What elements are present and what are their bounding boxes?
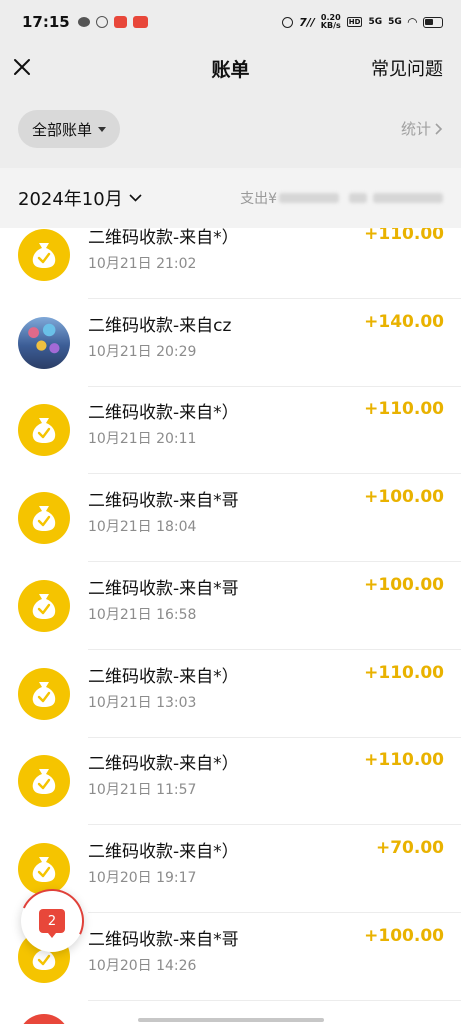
money-bag-icon [18,755,70,808]
row-divider [88,999,461,1001]
chevron-down-icon [129,194,142,202]
all-bills-dropdown[interactable]: 全部账单 [18,110,121,148]
month-label: 2024年10月 [18,189,123,210]
transaction-amount: +70.00 [375,837,444,858]
transaction-time: 10月21日 20:11 [88,431,197,448]
transaction-amount: +140.00 [364,311,444,332]
month-picker[interactable]: 2024年10月 [18,185,142,211]
stats-link[interactable]: 统计 [401,118,443,139]
signal-5g-1: 5G [368,17,383,27]
transaction-row[interactable]: 二维码收款-来自*哥 10月21日 16:58 +100.00 [0,562,461,650]
all-bills-label: 全部账单 [32,120,93,139]
month-summary: 支出¥ [240,188,443,208]
stats-label: 统计 [400,120,431,138]
app-notification-icon-2 [132,16,148,28]
transaction-amount: +110.00 [364,399,444,420]
transaction-time: 10月21日 21:02 [88,256,197,272]
expense-prefix: 支出¥ [240,191,277,207]
transaction-row[interactable]: 二维码收款-来自*哥 10月21日 18:04 +100.00 [0,474,461,563]
transaction-title: 二维码收款-来自*） [88,754,239,775]
caret-down-icon [98,126,107,132]
money-bag-icon [18,229,70,281]
redacted-expense [279,193,339,203]
search-notification-icon [95,16,108,28]
redacted-income [373,193,443,203]
money-bag-icon [18,842,70,895]
status-bar: 17:15 7// 0.20 KB/s HD 5G 5G ◠ [0,0,461,44]
transaction-time: 10月20日 19:17 [88,869,197,886]
transaction-title: 二维码收款-来自cz [88,315,232,336]
money-bag-icon [18,667,70,720]
transaction-time: 10月21日 13:03 [88,694,197,711]
transaction-time: 10月21日 20:29 [88,343,197,360]
message-count-badge: 2 [39,909,65,938]
hd-badge: HD [346,17,363,27]
transaction-title: 二维码收款-来自*） [88,841,239,862]
avatar-photo [18,316,70,369]
transaction-title: 二维码收款-来自*哥 [88,491,239,512]
transaction-row[interactable]: 二维码收款-来自*） 10月21日 21:02 +110.00 [0,228,461,299]
transaction-amount: +110.00 [364,228,444,244]
transaction-time: 10月21日 18:04 [88,519,197,536]
money-bag-icon [18,579,70,632]
transaction-title: 二维码收款-来自*哥 [88,929,239,950]
app-notification-icon [113,16,127,28]
home-indicator[interactable] [138,1018,324,1022]
transaction-row[interactable]: 二维码收款-来自*） 10月21日 11:57 +110.00 [0,737,461,826]
battery-icon [423,16,443,28]
transaction-amount: +100.00 [364,487,444,508]
redacted-income-label [349,193,367,203]
wifi-icon: ◠ [407,15,417,29]
status-right: 7// 0.20 KB/s HD 5G 5G ◠ [282,14,443,30]
transaction-row[interactable]: 二维码收款-来自*） 10月21日 13:03 +110.00 [0,650,461,738]
nav-bar: 账单 常见问题 [0,44,461,92]
alarm-icon [282,16,294,28]
faq-link[interactable]: 常见问题 [371,55,443,81]
network-speed: 0.20 KB/s [321,14,341,30]
transaction-amount: +110.00 [364,662,444,683]
money-bag-icon [18,492,70,545]
notification-icons [77,16,148,28]
transaction-time: 10月20日 14:26 [88,957,197,974]
floating-message-button[interactable]: 2 [10,879,94,963]
transaction-title: 二维码收款-来自*） [88,403,239,424]
transaction-title: 二维码收款-来自*） [88,228,239,248]
money-bag-icon [18,404,70,457]
month-row: 2024年10月 支出¥ [0,168,461,228]
signal-5g-2: 5G [388,17,402,27]
chevron-right-icon [435,122,443,135]
transaction-title: 二维码收款-来自*） [88,666,239,687]
transaction-amount: +110.00 [364,750,444,771]
chat-icon [77,17,90,27]
filter-row: 全部账单 统计 [0,92,461,168]
status-time: 17:15 [22,13,70,31]
transaction-amount: +100.00 [364,925,444,946]
transaction-amount: +100.00 [364,574,444,595]
carrier-icon: 7// [299,15,315,29]
transaction-row[interactable]: 二维码收款-来自*） 10月21日 20:11 +110.00 [0,386,461,475]
transaction-time: 10月21日 11:57 [88,782,197,799]
close-icon[interactable] [12,54,32,80]
transaction-row[interactable]: 二维码收款-来自cz 10月21日 20:29 +140.00 [0,299,461,387]
transaction-time: 10月21日 16:58 [88,606,197,623]
network-speed-unit: KB/s [320,21,341,30]
transaction-title: 二维码收款-来自*哥 [88,578,239,599]
